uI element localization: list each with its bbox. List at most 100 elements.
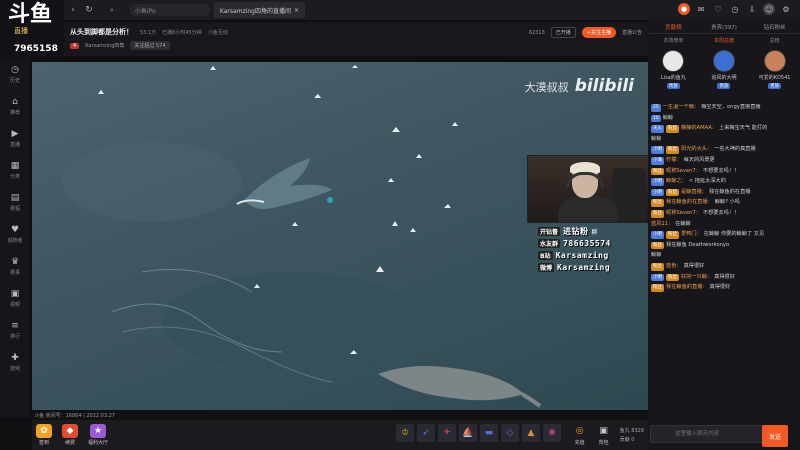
- sidebar-item-6[interactable]: ♛ 赛事: [0, 250, 30, 282]
- rank-item[interactable]: 可爱的KD541 贵族: [755, 46, 795, 104]
- flower-icon[interactable]: ❀: [543, 424, 561, 442]
- chat-text: 不想要去吗！！: [702, 209, 740, 216]
- bottom-button-label: 福利大厅: [88, 440, 109, 446]
- avatar[interactable]: [763, 50, 786, 72]
- search-input[interactable]: 小鱼iPo: [129, 4, 210, 16]
- sidebar-item-9[interactable]: ✚ 游戏: [0, 346, 30, 378]
- social-row: 开钻督 进钻粉群: [538, 225, 638, 237]
- plane-icon[interactable]: ✈: [438, 424, 456, 442]
- gift-bar: ♔ ➶ ✈ ⛵ ▬ ◇ ▲ ❀: [396, 424, 561, 442]
- chat-username[interactable]: 一生温一个偶：: [663, 104, 699, 110]
- avatar[interactable]: ☺: [763, 3, 775, 15]
- status-select[interactable]: 已开播: [550, 27, 576, 38]
- chat-username[interactable]: 我在鲸鱼的在直播：: [666, 199, 713, 205]
- gear-icon[interactable]: ⚙: [780, 3, 792, 15]
- app-window: ‹ ↻ ⌕ 小鱼iPo Karsamzing四角的直播间 × ● ✉ ♡ ◷ ⇩…: [0, 0, 800, 450]
- whale-top: [236, 158, 333, 209]
- chat-username[interactable]: 我在鲸鱼的直播：: [666, 284, 708, 290]
- rank-item[interactable]: 追风的大明 贵族: [704, 46, 744, 104]
- history-icon: ◷: [11, 64, 19, 75]
- live-icon[interactable]: ●: [678, 3, 690, 15]
- fan-badge[interactable]: 关注超过 574: [130, 41, 170, 50]
- message-icon[interactable]: ✉: [695, 3, 707, 15]
- notice-link[interactable]: 直播公告: [622, 29, 642, 36]
- close-tab-icon[interactable]: ×: [294, 7, 299, 14]
- sidebar-item-2[interactable]: ▶ 直播: [0, 122, 30, 154]
- tab-room[interactable]: Karsamzing四角的直播间 ×: [213, 2, 306, 18]
- logo-mark: 斗鱼: [8, 1, 53, 27]
- follow-button[interactable]: +关注主播: [581, 27, 616, 38]
- avatar[interactable]: [662, 50, 685, 72]
- cake-icon[interactable]: ▲: [522, 424, 540, 442]
- recharge-label: 充值: [574, 440, 585, 446]
- chat-message: 粉丝 我在鲸鱼的在直播： 鲸鲸? 小吗: [651, 199, 797, 207]
- sidebar-item-label: 历史: [9, 77, 20, 84]
- level-badge: 小明: [651, 231, 664, 239]
- chat-username[interactable]: 柠檬：: [666, 157, 682, 163]
- chat-username[interactable]: 是鲸直播：: [681, 189, 707, 195]
- search-icon: ⌕: [110, 5, 114, 14]
- level-badge: 小满: [651, 156, 664, 165]
- chat-message: 25 一生温一个偶： 梅宝天空，ongy直接直播: [651, 104, 797, 112]
- chat-tab-1[interactable]: 贵宾(397): [699, 20, 750, 33]
- chat-input[interactable]: [650, 425, 768, 443]
- chat-subtab-0[interactable]: 本场榜单: [648, 34, 699, 46]
- chat-tab-0[interactable]: 贡献榜: [648, 20, 699, 33]
- social-label: 开钻督: [538, 226, 561, 236]
- room-meta-viewers: 53.1万: [140, 30, 157, 36]
- host-name[interactable]: Karsamzing四角: [85, 42, 124, 49]
- chat-username[interactable]: 蓝风11：: [651, 221, 673, 227]
- recharge-button[interactable]: ◎ 充值: [572, 424, 588, 446]
- chat-username[interactable]: 好的一只鲸：: [681, 274, 712, 280]
- sidebar-item-0[interactable]: ◷ 历史: [0, 58, 30, 90]
- backpack-button[interactable]: ▣ 背包: [596, 424, 612, 446]
- ship-icon[interactable]: ⛵: [459, 424, 477, 442]
- bottom-button-1[interactable]: ◆ 续费: [62, 424, 78, 446]
- fan-badge: 粉丝: [651, 167, 664, 176]
- diamond-icon[interactable]: ◇: [501, 424, 519, 442]
- chat-messages[interactable]: 25 一生温一个偶： 梅宝天空，ongy直接直播 10 鲸鲸 天火 粉丝 静静的AMAA： 上来…: [648, 104, 800, 414]
- chat-tab-2[interactable]: 钻石粉丝: [749, 20, 800, 33]
- sidebar-item-1[interactable]: ⌂ 推荐: [0, 90, 30, 122]
- chat-username[interactable]: 爱鸭门：: [681, 231, 702, 237]
- crown-icon[interactable]: ♔: [396, 424, 414, 442]
- chat-username[interactable]: 昵称Seven7：: [666, 168, 701, 174]
- chat-subtabs: 本场榜单 本周总榜 总榜: [648, 34, 800, 46]
- chat-username[interactable]: 蓝色：: [666, 263, 682, 269]
- sidebar-item-4[interactable]: ▤ 赛程: [0, 186, 30, 218]
- chat-username[interactable]: 昵称Seven7：: [666, 210, 701, 216]
- avatar[interactable]: [712, 50, 735, 72]
- sidebar-item-7[interactable]: ▣ 视频: [0, 282, 30, 314]
- car-icon[interactable]: ▬: [480, 424, 498, 442]
- logo[interactable]: 斗鱼 直播 7965158: [0, 0, 64, 58]
- chat-username[interactable]: 阳光的大头：: [681, 146, 712, 152]
- chat-text: 不想要去吗！！: [702, 167, 740, 174]
- refresh-icon[interactable]: ↻: [82, 3, 96, 17]
- bottom-button-0[interactable]: ✿ 签到: [36, 424, 52, 446]
- heart-icon[interactable]: ♡: [712, 3, 724, 15]
- chat-username[interactable]: 静静的AMAA：: [681, 125, 717, 131]
- bottom-button-label: 签到: [38, 440, 49, 446]
- sidebar-item-8[interactable]: ≡ 排行: [0, 314, 30, 346]
- sidebar-item-5[interactable]: ♥ 追随者: [0, 218, 30, 250]
- back-icon[interactable]: ‹: [66, 3, 80, 17]
- chat-text: 真得很好: [714, 273, 735, 280]
- video-watermark: 大漠叔叔 bilibili: [525, 76, 634, 96]
- chat-subtab-1[interactable]: 本周总榜: [699, 34, 750, 46]
- chat-subtab-2[interactable]: 总榜: [749, 34, 800, 46]
- level-badge: 小明: [651, 273, 664, 282]
- sidebar-item-3[interactable]: ▦ 分类: [0, 154, 30, 186]
- chat-message: 小满 柠檬： 每天的风景更: [651, 156, 797, 165]
- download-icon[interactable]: ⇩: [746, 3, 758, 15]
- sidebar-item-label: 游戏: [9, 365, 20, 372]
- level-badge: 小明: [651, 188, 664, 197]
- rocket-icon[interactable]: ➶: [417, 424, 435, 442]
- history-icon[interactable]: ◷: [729, 3, 741, 15]
- bottom-button-2[interactable]: ★ 福利大厅: [88, 424, 108, 446]
- rank-item[interactable]: Lisa的鱼丸 贵族: [653, 46, 693, 104]
- heart-icon: ♥: [10, 224, 20, 235]
- send-button[interactable]: 发送: [762, 425, 788, 447]
- chat-username[interactable]: 鲸鲸之：: [666, 178, 687, 184]
- chat-message: 鲸鲸: [651, 136, 797, 144]
- rank-name: 可爱的KD541: [758, 75, 791, 81]
